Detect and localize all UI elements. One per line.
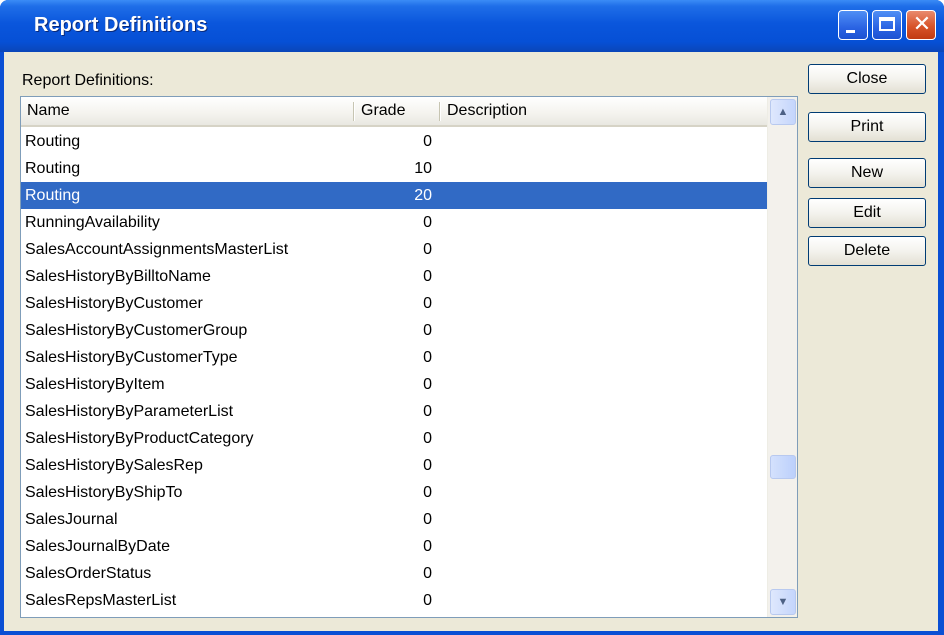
maximize-button[interactable] [872,10,902,40]
column-header-description[interactable]: Description [441,97,767,125]
close-button[interactable]: Close [808,64,926,94]
cell-grade: 10 [414,160,432,177]
report-definitions-list[interactable]: Name Grade Description Routing 0 Routing 10… [20,96,798,618]
scroll-down-arrow-icon[interactable]: ▼ [770,589,796,615]
edit-button[interactable]: Edit [808,198,926,228]
cell-name: SalesAccountAssignmentsMasterList [25,241,289,258]
table-row[interactable]: SalesHistoryBySalesRep 0 [21,452,767,479]
table-row[interactable]: SalesHistoryByShipTo 0 [21,479,767,506]
new-button[interactable]: New [808,158,926,188]
cell-name: SalesJournalByDate [25,538,170,555]
minimize-button[interactable] [838,10,868,40]
cell-grade: 0 [423,349,432,366]
report-definitions-window: Report Definitions ✕ Report Definitions:… [0,0,944,635]
delete-button[interactable]: Delete [808,236,926,266]
table-row[interactable]: Routing 0 [21,128,767,155]
table-row[interactable]: SalesHistoryByProductCategory 0 [21,425,767,452]
cell-name: RunningAvailability [25,214,160,231]
minimize-icon [846,30,855,33]
print-button[interactable]: Print [808,112,926,142]
table-row[interactable]: SalesJournalByDate 0 [21,533,767,560]
cell-name: SalesRepsMasterList [25,592,177,609]
table-row[interactable]: Routing 10 [21,155,767,182]
table-row[interactable]: SalesHistoryByItem 0 [21,371,767,398]
cell-grade: 0 [423,511,432,528]
table-row[interactable]: SalesHistoryByBilltoName 0 [21,263,767,290]
cell-grade: 0 [423,565,432,582]
cell-grade: 0 [423,241,432,258]
cell-grade: 0 [423,376,432,393]
table-row[interactable]: SalesHistoryByCustomerType 0 [21,344,767,371]
cell-name: SalesHistoryByBilltoName [25,268,211,285]
cell-grade: 0 [423,295,432,312]
table-row[interactable]: SalesAccountAssignmentsMasterList 0 [21,236,767,263]
cell-name: SalesHistoryByProductCategory [25,430,254,447]
maximize-icon [879,17,895,31]
dialog-body: Report Definitions: Name Grade Descripti… [4,52,938,631]
table-row[interactable]: SalesHistoryByParameterList 0 [21,398,767,425]
cell-grade: 0 [423,538,432,555]
cell-name: SalesHistoryByItem [25,376,165,393]
table-row[interactable]: SalesJournal 0 [21,506,767,533]
table-row[interactable]: SalesOrderStatus 0 [21,560,767,587]
cell-name: SalesHistoryByParameterList [25,403,234,420]
table-row[interactable]: SalesHistoryByCustomerGroup 0 [21,317,767,344]
cell-name: SalesHistoryByCustomerType [25,349,238,366]
cell-name: SalesHistoryByShipTo [25,484,183,501]
list-rows: Routing 0 Routing 10 Routing 20 RunningAvailab… [21,128,767,614]
cell-grade: 0 [423,457,432,474]
column-divider[interactable] [439,102,440,121]
cell-name: Routing [25,187,81,204]
cell-grade: 0 [423,430,432,447]
cell-name: SalesHistoryByCustomer [25,295,203,312]
cell-grade: 0 [423,592,432,609]
vertical-scrollbar[interactable]: ▲ ▼ [767,97,797,617]
list-header: Name Grade Description [21,97,767,127]
cell-grade: 0 [423,268,432,285]
cell-grade: 0 [423,484,432,501]
report-definitions-label: Report Definitions: [22,72,154,89]
column-divider[interactable] [353,102,354,121]
cell-grade: 0 [423,133,432,150]
cell-grade: 0 [423,214,432,231]
cell-name: Routing [25,160,81,177]
cell-grade: 0 [423,403,432,420]
cell-name: SalesJournal [25,511,118,528]
scrollbar-thumb[interactable] [770,455,796,479]
column-header-name[interactable]: Name [21,97,355,125]
close-icon: ✕ [912,12,932,37]
scroll-up-arrow-icon[interactable]: ▲ [770,99,796,125]
table-row-selected[interactable]: Routing 20 [21,182,767,209]
column-header-grade[interactable]: Grade [355,97,441,125]
cell-name: SalesOrderStatus [25,565,152,582]
window-title: Report Definitions [34,14,208,36]
cell-name: Routing [25,133,81,150]
table-row[interactable]: SalesHistoryByCustomer 0 [21,290,767,317]
close-window-button[interactable]: ✕ [906,10,936,40]
cell-grade: 20 [414,187,432,204]
cell-name: SalesHistoryBySalesRep [25,457,203,474]
table-row[interactable]: RunningAvailability 0 [21,209,767,236]
title-bar[interactable]: Report Definitions ✕ [0,0,944,52]
cell-name: SalesHistoryByCustomerGroup [25,322,248,339]
table-row[interactable]: SalesRepsMasterList 0 [21,587,767,614]
cell-grade: 0 [423,322,432,339]
